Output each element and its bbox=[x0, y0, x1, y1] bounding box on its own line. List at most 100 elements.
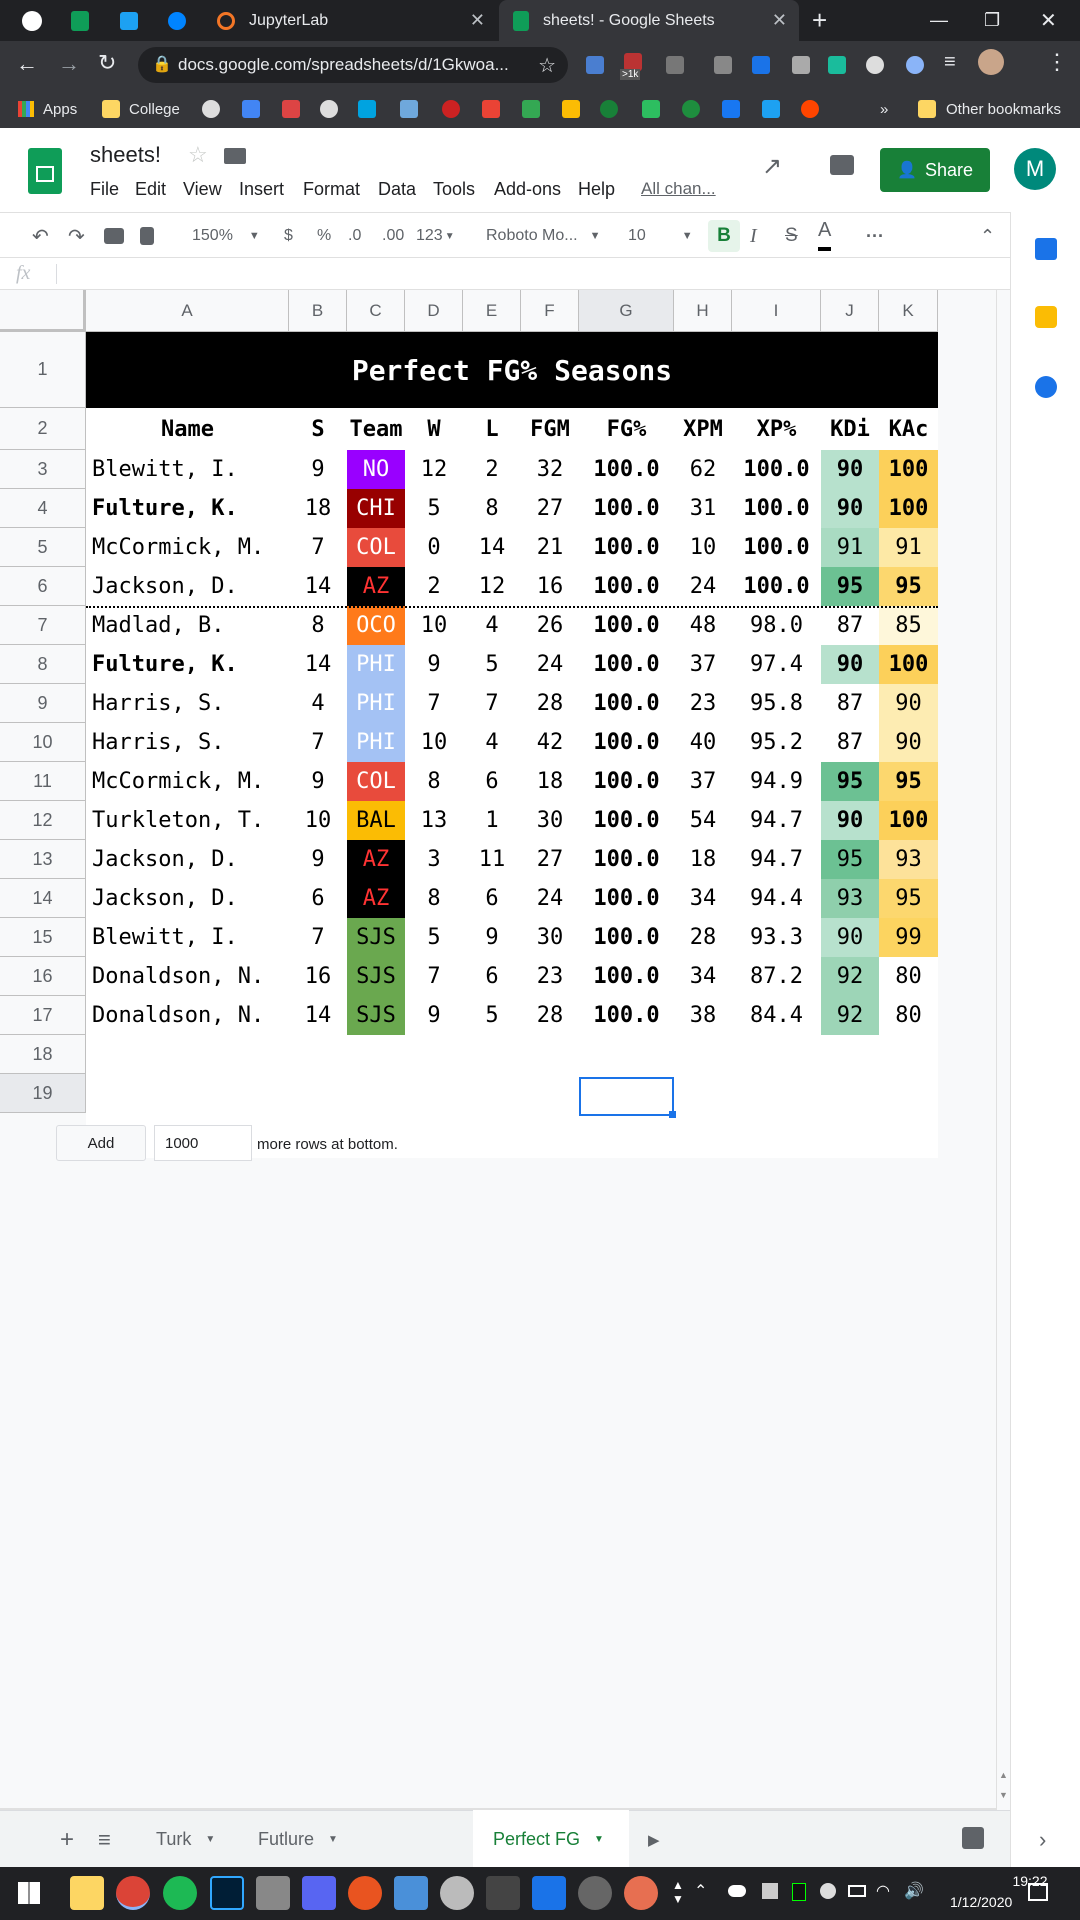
title-cell[interactable]: Perfect FG% Seasons bbox=[86, 332, 938, 408]
table-cell-kac[interactable]: 90 bbox=[879, 723, 938, 762]
table-cell-fgp[interactable]: 100.0 bbox=[579, 684, 674, 723]
table-cell-fgm[interactable]: 23 bbox=[521, 957, 579, 996]
menu-addons[interactable]: Add-ons bbox=[494, 179, 561, 200]
table-cell-xpm[interactable]: 10 bbox=[674, 528, 732, 567]
table-cell-l[interactable]: 4 bbox=[463, 606, 521, 645]
table-cell-kac[interactable]: 100 bbox=[879, 489, 938, 528]
table-cell-xpp[interactable]: 98.0 bbox=[732, 606, 821, 645]
header-cell[interactable]: L bbox=[463, 408, 521, 450]
table-cell-name[interactable]: Turkleton, T. bbox=[86, 801, 289, 840]
column-header-b[interactable]: B bbox=[289, 290, 347, 332]
sheet-tab-turk[interactable]: Turk ▼ bbox=[156, 1811, 215, 1868]
table-cell-kdi[interactable]: 92 bbox=[821, 996, 879, 1035]
menu-data[interactable]: Data bbox=[378, 179, 416, 200]
header-cell[interactable]: Name bbox=[86, 408, 289, 450]
header-cell[interactable]: FGM bbox=[521, 408, 579, 450]
new-tab-button[interactable]: + bbox=[812, 0, 827, 41]
table-cell-xpp[interactable]: 100.0 bbox=[732, 450, 821, 489]
row-header-6[interactable]: 6 bbox=[0, 567, 86, 606]
column-header-a[interactable]: A bbox=[86, 290, 289, 332]
table-cell-xpp[interactable]: 100.0 bbox=[732, 489, 821, 528]
select-all-corner[interactable] bbox=[0, 290, 86, 332]
row-header-18[interactable]: 18 bbox=[0, 1035, 86, 1074]
action-center-icon[interactable] bbox=[1028, 1883, 1048, 1901]
bookmark-college[interactable]: College bbox=[102, 90, 180, 128]
table-cell-l[interactable]: 8 bbox=[463, 489, 521, 528]
table-cell-s[interactable]: 9 bbox=[289, 840, 347, 879]
menu-edit[interactable]: Edit bbox=[135, 179, 166, 200]
profile-avatar[interactable] bbox=[978, 49, 1004, 75]
table-cell-s[interactable]: 10 bbox=[289, 801, 347, 840]
pinned-tab-sheets-app[interactable] bbox=[14, 0, 50, 41]
table-cell-kac[interactable]: 99 bbox=[879, 918, 938, 957]
translate-extension-icon[interactable] bbox=[586, 56, 604, 74]
table-cell-w[interactable]: 0 bbox=[405, 528, 463, 567]
sheets-logo[interactable] bbox=[28, 148, 62, 194]
table-cell-fgm[interactable]: 26 bbox=[521, 606, 579, 645]
calendar-icon[interactable] bbox=[1035, 238, 1057, 260]
expand-side-panel-icon[interactable]: › bbox=[1039, 1827, 1046, 1853]
fill-handle[interactable] bbox=[669, 1111, 676, 1118]
table-cell-xpm[interactable]: 54 bbox=[674, 801, 732, 840]
row-header-2[interactable]: 2 bbox=[0, 408, 86, 450]
twitter-icon[interactable] bbox=[762, 100, 780, 118]
header-cell[interactable]: FG% bbox=[579, 408, 674, 450]
row-header-10[interactable]: 10 bbox=[0, 723, 86, 762]
table-cell-s[interactable]: 14 bbox=[289, 645, 347, 684]
table-cell-fgm[interactable]: 28 bbox=[521, 996, 579, 1035]
windows-start-icon[interactable] bbox=[18, 1882, 40, 1904]
table-cell-xpp[interactable]: 100.0 bbox=[732, 528, 821, 567]
table-cell-xpp[interactable]: 97.4 bbox=[732, 645, 821, 684]
table-cell-kdi[interactable]: 95 bbox=[821, 840, 879, 879]
row-header-15[interactable]: 15 bbox=[0, 918, 86, 957]
back-icon[interactable]: ← bbox=[16, 51, 38, 77]
table-cell-xpm[interactable]: 38 bbox=[674, 996, 732, 1035]
paint-format-icon[interactable] bbox=[140, 213, 154, 259]
battery-icon[interactable] bbox=[848, 1885, 866, 1897]
bookmark-globe-icon[interactable] bbox=[320, 100, 338, 118]
column-header-j[interactable]: J bbox=[821, 290, 879, 332]
table-cell-s[interactable]: 4 bbox=[289, 684, 347, 723]
add-sheet-button[interactable]: + bbox=[60, 1811, 74, 1868]
pinned-tab-messenger[interactable] bbox=[159, 0, 195, 41]
chrome-menu-icon[interactable]: ⋮ bbox=[1046, 49, 1068, 75]
font-family-select[interactable]: Roboto Mo... ▼ bbox=[486, 213, 601, 259]
table-cell-xpm[interactable]: 24 bbox=[674, 567, 732, 606]
table-cell-fgm[interactable]: 21 bbox=[521, 528, 579, 567]
table-cell-team[interactable]: SJS bbox=[347, 957, 405, 996]
taskbar-app-icon[interactable] bbox=[532, 1876, 566, 1910]
table-cell-team[interactable]: OCO bbox=[347, 606, 405, 645]
table-cell-l[interactable]: 5 bbox=[463, 996, 521, 1035]
table-cell-xpp[interactable]: 94.4 bbox=[732, 879, 821, 918]
table-cell-xpm[interactable]: 28 bbox=[674, 918, 732, 957]
table-cell-kac[interactable]: 90 bbox=[879, 684, 938, 723]
scroll-tabs-right-icon[interactable]: ▶ bbox=[648, 1811, 660, 1868]
table-cell-team[interactable]: SJS bbox=[347, 996, 405, 1035]
table-cell-s[interactable]: 7 bbox=[289, 723, 347, 762]
font-size-select[interactable]: 10 ▼ bbox=[628, 213, 693, 259]
row-header-7[interactable]: 7 bbox=[0, 606, 86, 645]
table-cell-kdi[interactable]: 95 bbox=[821, 567, 879, 606]
table-cell-xpp[interactable]: 100.0 bbox=[732, 567, 821, 606]
table-cell-s[interactable]: 8 bbox=[289, 606, 347, 645]
table-cell-kdi[interactable]: 90 bbox=[821, 450, 879, 489]
table-cell-name[interactable]: Harris, S. bbox=[86, 684, 289, 723]
table-cell-team[interactable]: SJS bbox=[347, 918, 405, 957]
row-header-1[interactable]: 1 bbox=[0, 332, 86, 408]
move-folder-icon[interactable] bbox=[224, 148, 246, 164]
table-cell-xpm[interactable]: 18 bbox=[674, 840, 732, 879]
row-header-8[interactable]: 8 bbox=[0, 645, 86, 684]
table-cell-s[interactable]: 14 bbox=[289, 996, 347, 1035]
table-cell-s[interactable]: 9 bbox=[289, 762, 347, 801]
table-cell-kdi[interactable]: 95 bbox=[821, 762, 879, 801]
reload-icon[interactable]: ↻ bbox=[98, 50, 116, 76]
format-currency-button[interactable]: $ bbox=[284, 213, 293, 259]
table-cell-fgp[interactable]: 100.0 bbox=[579, 996, 674, 1035]
extension-icon[interactable] bbox=[666, 56, 684, 74]
facebook-icon[interactable] bbox=[722, 100, 740, 118]
chrome-taskbar-icon[interactable] bbox=[116, 1876, 150, 1910]
table-cell-fgp[interactable]: 100.0 bbox=[579, 606, 674, 645]
formula-input[interactable] bbox=[56, 264, 956, 284]
print-icon[interactable] bbox=[104, 213, 124, 259]
table-cell-kdi[interactable]: 92 bbox=[821, 957, 879, 996]
